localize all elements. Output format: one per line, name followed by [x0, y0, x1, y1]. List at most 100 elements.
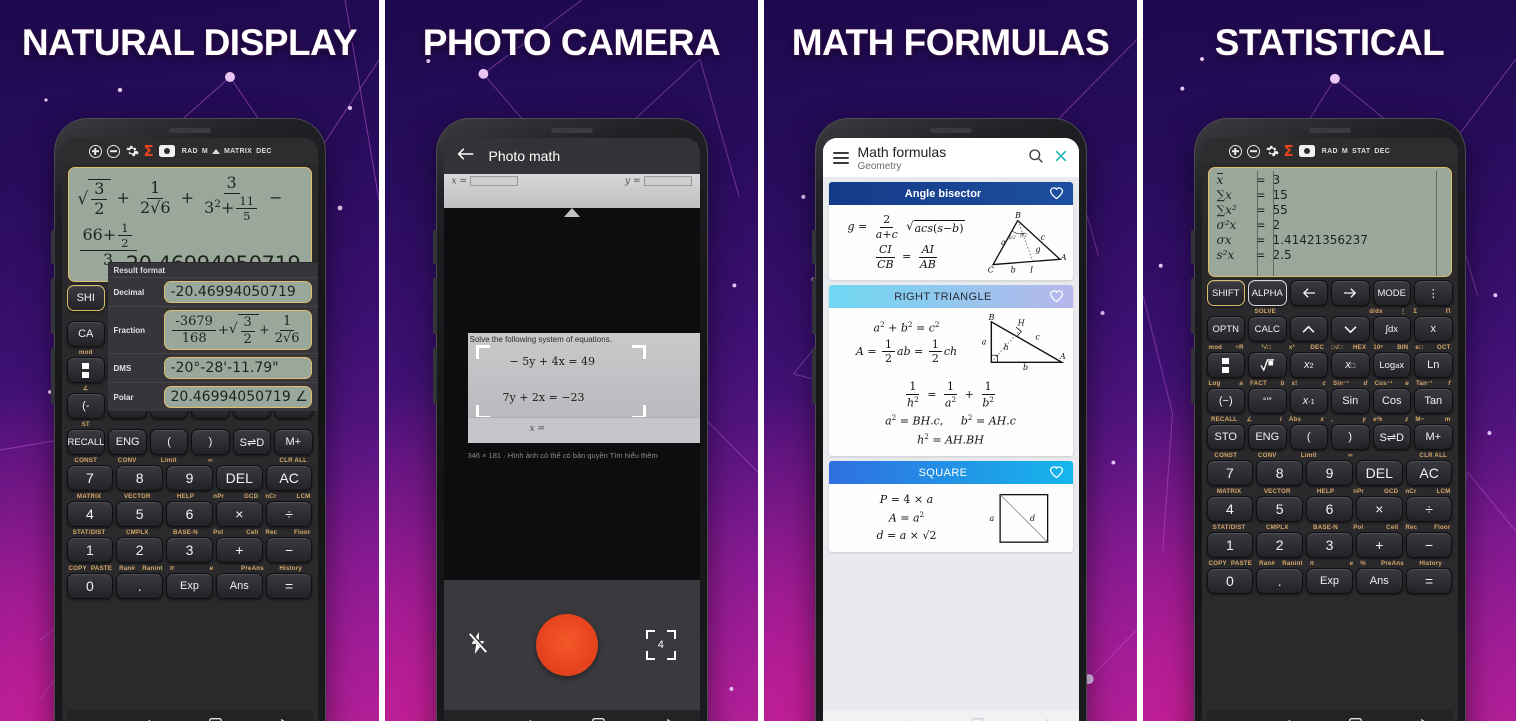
- memory-plus-key[interactable]: M+: [274, 429, 313, 455]
- key-6[interactable]: 6: [166, 501, 213, 527]
- heart-icon[interactable]: [1049, 186, 1064, 201]
- mode-key[interactable]: MODE: [1372, 280, 1411, 306]
- heart-icon[interactable]: [1049, 465, 1064, 480]
- open-paren-key[interactable]: (: [1289, 424, 1328, 450]
- back-arrow-icon[interactable]: [456, 146, 475, 167]
- zoom-out-icon[interactable]: [1246, 144, 1260, 158]
- hamburger-icon[interactable]: [832, 149, 849, 167]
- optn-key[interactable]: OPTN: [1206, 316, 1245, 342]
- key-exp[interactable]: Exp: [166, 573, 213, 599]
- key-2[interactable]: 2: [116, 537, 164, 563]
- sigma-icon[interactable]: Σ: [1284, 143, 1294, 159]
- shift-key[interactable]: SHI: [66, 285, 105, 311]
- back-nav-icon[interactable]: [903, 717, 920, 721]
- heart-icon[interactable]: [1049, 289, 1064, 304]
- hamburger-icon[interactable]: [1209, 147, 1224, 154]
- key-7[interactable]: 7: [66, 465, 114, 491]
- key-decimal[interactable]: .: [1256, 568, 1304, 594]
- formulas-list[interactable]: Angle bisector g = 2 a+c √ acs(s−b) CI CB =…: [823, 177, 1079, 710]
- key-ans[interactable]: Ans: [1355, 568, 1403, 594]
- power-key[interactable]: x □: [1331, 352, 1370, 378]
- alpha-key[interactable]: ALPHA: [1248, 280, 1287, 306]
- key-0[interactable]: 0: [1206, 568, 1254, 594]
- result-row-fraction[interactable]: Fraction -3679 168 + √ 3 2 + 1 2√6: [107, 306, 318, 353]
- negative-key[interactable]: (-: [66, 393, 105, 419]
- sigma-icon[interactable]: Σ: [144, 143, 154, 159]
- chevron-up-icon[interactable]: [1289, 316, 1328, 342]
- formula-card[interactable]: Angle bisector g = 2 a+c √ acs(s−b) CI CB =…: [828, 182, 1073, 281]
- close-paren-key[interactable]: ): [1331, 424, 1370, 450]
- key-ac[interactable]: AC: [265, 465, 313, 491]
- crop-corner-icon[interactable]: [475, 345, 490, 359]
- camera-icon[interactable]: [1298, 145, 1315, 157]
- hamburger-icon[interactable]: [69, 147, 84, 154]
- recall-key[interactable]: RECALL: [66, 429, 106, 455]
- key-9[interactable]: 9: [1306, 460, 1353, 486]
- key-equals[interactable]: =: [1405, 568, 1453, 594]
- back-nav-icon[interactable]: [1283, 717, 1300, 721]
- fraction-key[interactable]: [1206, 352, 1245, 378]
- log-base-key[interactable]: Log a x: [1372, 352, 1411, 378]
- key-plus[interactable]: +: [1355, 532, 1403, 558]
- open-paren-key[interactable]: (: [149, 429, 189, 455]
- key-2[interactable]: 2: [1256, 532, 1304, 558]
- key-multiply[interactable]: ×: [1355, 496, 1403, 522]
- reciprocal-key[interactable]: x -1: [1289, 388, 1328, 414]
- result-row-polar[interactable]: Polar 20.46994050719 ∠ 3.14: [107, 382, 318, 411]
- key-minus[interactable]: −: [1405, 532, 1453, 558]
- formula-card[interactable]: SQUARE P = 4 × a A = a2 d = a × √2 a d: [828, 461, 1073, 552]
- key-ac[interactable]: AC: [1405, 460, 1453, 486]
- shutter-button[interactable]: [536, 614, 599, 676]
- ln-key[interactable]: Ln: [1414, 352, 1453, 378]
- home-nav-icon[interactable]: [970, 717, 985, 721]
- result-row-dms[interactable]: DMS -20°-28'-11.79": [107, 353, 318, 382]
- chevron-down-icon[interactable]: [1331, 316, 1370, 342]
- key-5[interactable]: 5: [1256, 496, 1304, 522]
- key-divide[interactable]: ÷: [265, 501, 313, 527]
- key-divide[interactable]: ÷: [1405, 496, 1453, 522]
- recents-nav-icon[interactable]: [657, 717, 674, 721]
- key-equals[interactable]: =: [265, 573, 313, 599]
- left-arrow-key[interactable]: [1289, 280, 1328, 306]
- key-9[interactable]: 9: [166, 465, 213, 491]
- camera-viewfinder[interactable]: x = y = Solve the following system of eq…: [443, 174, 700, 580]
- gear-icon[interactable]: [1265, 144, 1279, 158]
- key-5[interactable]: 5: [116, 501, 164, 527]
- key-0[interactable]: 0: [66, 573, 114, 599]
- statistics-display[interactable]: x = 3 ∑x = 15 ∑x² = 55 σ²x = 2 σx = 1.41…: [1207, 167, 1452, 277]
- key-decimal[interactable]: .: [116, 573, 164, 599]
- shift-key[interactable]: SHIFT: [1206, 280, 1245, 306]
- variable-x-key[interactable]: x: [1414, 316, 1453, 342]
- key-4[interactable]: 4: [66, 501, 114, 527]
- overflow-menu-key[interactable]: ⋮: [1414, 280, 1453, 306]
- sd-toggle-key[interactable]: S⇌D: [1372, 424, 1411, 450]
- crop-corner-icon[interactable]: [631, 345, 646, 359]
- optn-key[interactable]: CA: [66, 321, 105, 347]
- zoom-in-icon[interactable]: [1228, 144, 1242, 158]
- flash-off-icon[interactable]: [467, 631, 489, 660]
- key-plus[interactable]: +: [215, 537, 263, 563]
- key-8[interactable]: 8: [1256, 460, 1304, 486]
- key-8[interactable]: 8: [116, 465, 164, 491]
- square-key[interactable]: x2: [1289, 352, 1328, 378]
- fraction-key[interactable]: [66, 357, 105, 383]
- sin-key[interactable]: Sin: [1331, 388, 1370, 414]
- gear-icon[interactable]: [125, 144, 139, 158]
- negative-sign-key[interactable]: (−): [1206, 388, 1245, 414]
- key-3[interactable]: 3: [166, 537, 213, 563]
- key-exp[interactable]: Exp: [1306, 568, 1353, 594]
- calc-key[interactable]: CALC: [1248, 316, 1287, 342]
- back-nav-icon[interactable]: [524, 717, 541, 721]
- sd-toggle-key[interactable]: S⇌D: [232, 429, 272, 455]
- close-icon[interactable]: [1053, 148, 1069, 169]
- key-del[interactable]: DEL: [215, 465, 263, 491]
- sqrt-key[interactable]: [1248, 352, 1287, 378]
- tan-key[interactable]: Tan: [1414, 388, 1453, 414]
- key-ans[interactable]: Ans: [215, 573, 263, 599]
- recents-nav-icon[interactable]: [271, 717, 288, 721]
- key-4[interactable]: 4: [1206, 496, 1254, 522]
- key-3[interactable]: 3: [1306, 532, 1353, 558]
- search-icon[interactable]: [1028, 148, 1044, 169]
- home-nav-icon[interactable]: [1348, 717, 1363, 721]
- close-paren-key[interactable]: ): [191, 429, 230, 455]
